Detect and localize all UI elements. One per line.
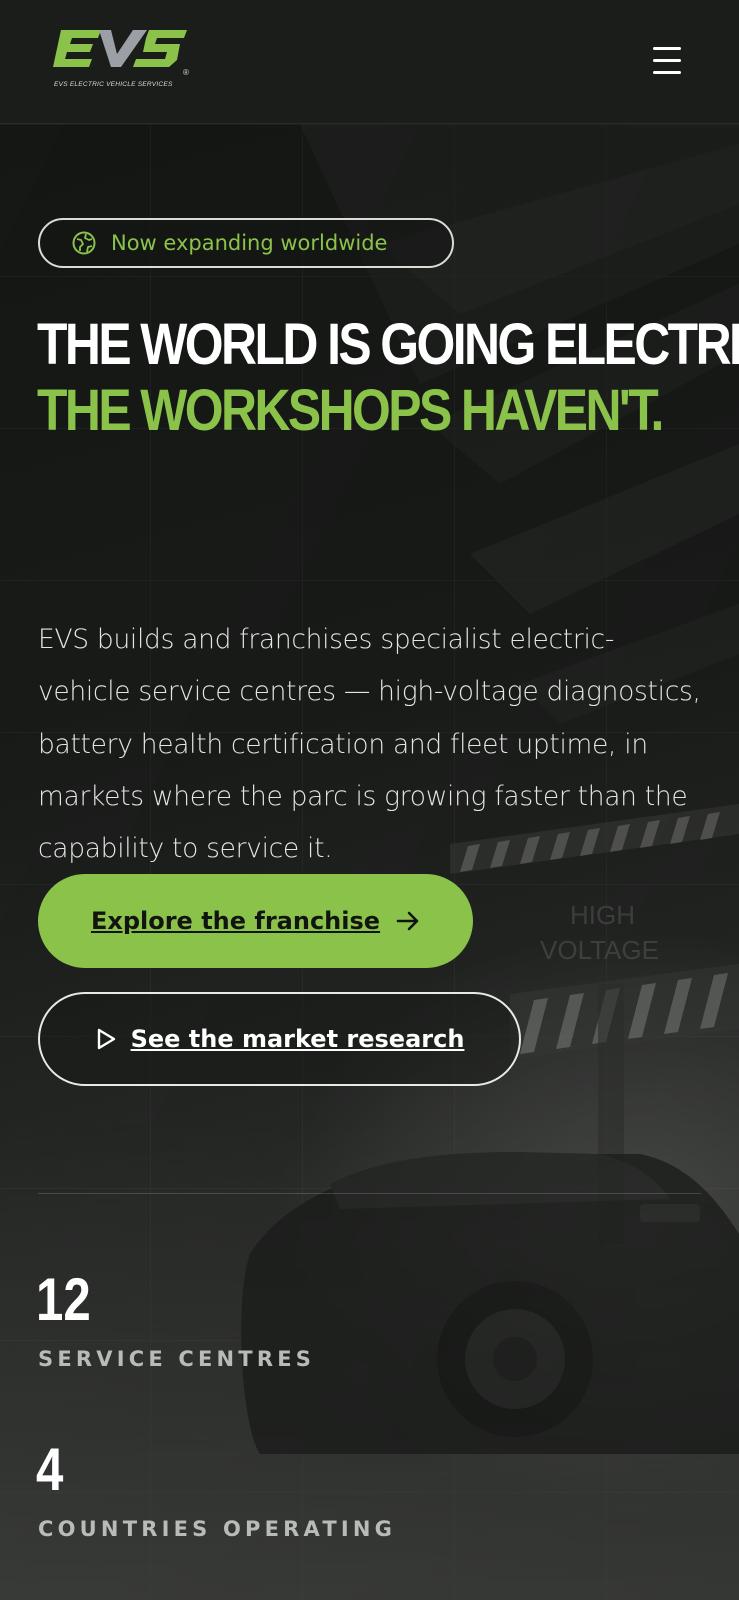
headline-line-1: THE WORLD IS GOING ELECTRIC. bbox=[37, 312, 739, 377]
menu-button[interactable] bbox=[646, 44, 688, 78]
market-research-label: See the market research bbox=[130, 1025, 465, 1053]
badge-text: Now expanding worldwide bbox=[111, 231, 388, 255]
hero-section: HIGH VOLTAGE Now expanding worldwide THE bbox=[0, 124, 739, 1600]
stats-divider bbox=[38, 1193, 701, 1194]
arrow-right-icon bbox=[396, 911, 419, 931]
play-icon bbox=[97, 1028, 115, 1050]
hero-headline: THE WORLD IS GOING ELECTRIC. THE WORKSHO… bbox=[37, 312, 739, 444]
svg-text:®: ® bbox=[183, 68, 189, 77]
stat-value-service-centres: 12 bbox=[36, 1266, 91, 1333]
stat-label-service-centres: SERVICE CENTRES bbox=[38, 1347, 316, 1371]
headline-line-2: THE WORKSHOPS HAVEN'T. bbox=[37, 378, 664, 443]
logo-tagline: EVS ELECTRIC VEHICLE SERVICES bbox=[54, 81, 173, 88]
expansion-badge: Now expanding worldwide bbox=[38, 218, 454, 268]
stat-label-countries: COUNTRIES OPERATING bbox=[38, 1517, 397, 1541]
stat-value-countries: 4 bbox=[36, 1436, 64, 1503]
site-header: ® EVS ELECTRIC VEHICLE SERVICES bbox=[0, 0, 739, 124]
market-research-button[interactable]: See the market research bbox=[38, 992, 521, 1086]
explore-franchise-label: Explore the franchise bbox=[90, 907, 381, 935]
hero-description: EVS builds and franchises specialist ele… bbox=[38, 624, 701, 865]
globe-icon bbox=[72, 231, 96, 255]
explore-franchise-button[interactable]: Explore the franchise bbox=[38, 874, 473, 968]
